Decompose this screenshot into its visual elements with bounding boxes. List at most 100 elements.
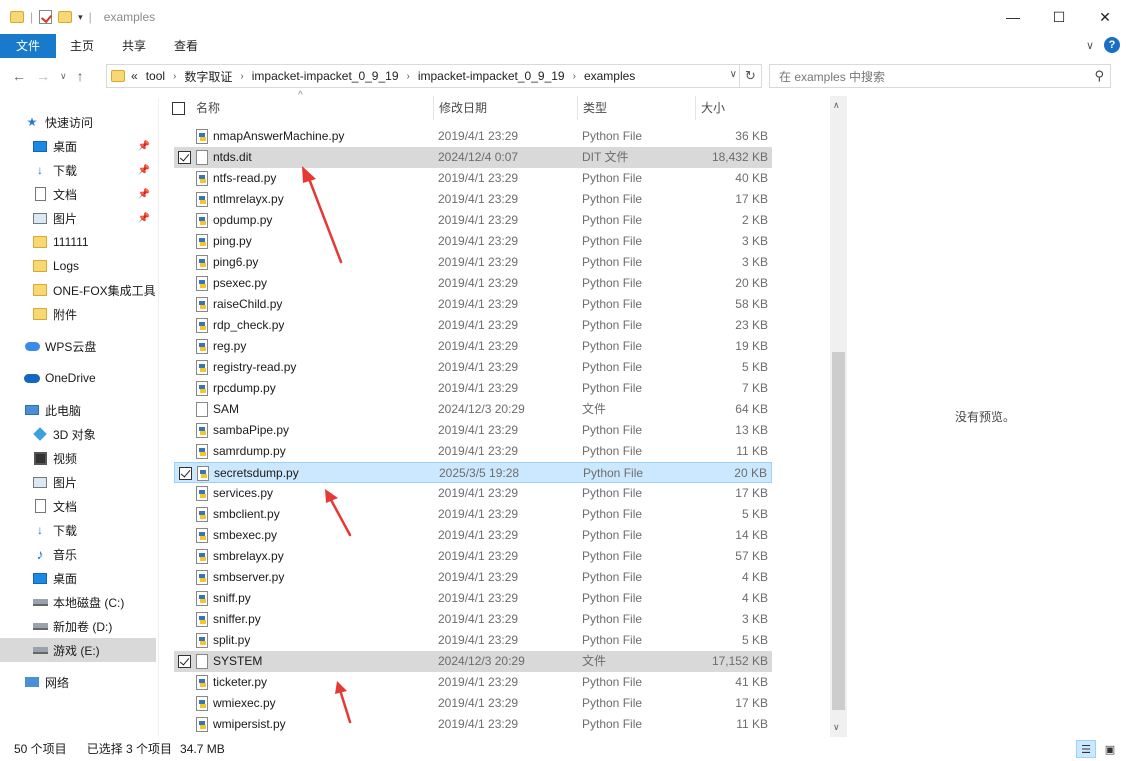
breadcrumb-examples[interactable]: examples: [584, 69, 635, 83]
breadcrumb-tool[interactable]: tool: [146, 69, 165, 83]
column-name[interactable]: 名称: [196, 96, 220, 120]
pane-divider[interactable]: [158, 98, 159, 736]
recent-locations-icon[interactable]: ∨: [60, 71, 67, 82]
file-row[interactable]: registry-read.py 2019/4/1 23:29 Python Fil…: [174, 357, 772, 378]
sidebar-item[interactable]: 图片: [0, 470, 156, 494]
file-row[interactable]: nmapAnswerMachine.py 2019/4/1 23:29 Python…: [174, 126, 772, 147]
sidebar-item[interactable]: 新加卷 (D:): [0, 614, 156, 638]
chevron-right-icon[interactable]: ›: [407, 71, 410, 82]
sidebar-item[interactable]: ↓ 下载: [0, 518, 156, 542]
file-row[interactable]: smbserver.py 2019/4/1 23:29 Python File 4 K…: [174, 567, 772, 588]
sidebar-item[interactable]: 桌面 📌: [0, 134, 156, 158]
overflow-crumbs[interactable]: «: [131, 69, 138, 83]
tab-file[interactable]: 文件: [0, 34, 57, 58]
chevron-down-icon[interactable]: ∨: [730, 69, 737, 80]
file-row[interactable]: smbrelayx.py 2019/4/1 23:29 Python File 57 …: [174, 546, 772, 567]
sidebar-item[interactable]: 本地磁盘 (C:): [0, 590, 156, 614]
sidebar-item[interactable]: 游戏 (E:): [0, 638, 156, 662]
expand-ribbon-icon[interactable]: ∨: [1086, 39, 1094, 52]
tab-view[interactable]: 查看: [160, 34, 212, 58]
sidebar-item[interactable]: ↓ 下载 📌: [0, 158, 156, 182]
file-row[interactable]: sniff.py 2019/4/1 23:29 Python File 4 KB: [174, 588, 772, 609]
column-size[interactable]: 大小: [695, 96, 775, 120]
sidebar-item[interactable]: ONE-FOX集成工具: [0, 278, 156, 302]
breadcrumb-impacket-1[interactable]: impacket-impacket_0_9_19: [252, 69, 399, 83]
maximize-button[interactable]: ☐: [1036, 0, 1082, 34]
sidebar-item[interactable]: 视频: [0, 446, 156, 470]
scroll-up-icon[interactable]: ∧: [833, 100, 840, 111]
column-date[interactable]: 修改日期: [433, 96, 577, 120]
file-row[interactable]: rdp_check.py 2019/4/1 23:29 Python File 23 …: [174, 315, 772, 336]
sidebar-item[interactable]: OneDrive: [0, 366, 156, 390]
file-row[interactable]: wmiexec.py 2019/4/1 23:29 Python File 17 KB: [174, 693, 772, 714]
file-row[interactable]: ping6.py 2019/4/1 23:29 Python File 3 KB: [174, 252, 772, 273]
file-row[interactable]: ticketer.py 2019/4/1 23:29 Python File 41 K…: [174, 672, 772, 693]
sidebar-item[interactable]: 3D 对象: [0, 422, 156, 446]
refresh-icon[interactable]: ↻: [739, 65, 761, 87]
scroll-down-icon[interactable]: ∨: [833, 722, 840, 733]
new-folder-icon[interactable]: [58, 11, 73, 23]
file-row[interactable]: opdump.py 2019/4/1 23:29 Python File 2 KB: [174, 210, 772, 231]
sidebar-item[interactable]: WPS云盘: [0, 334, 156, 358]
tab-share[interactable]: 共享: [108, 34, 160, 58]
select-all-checkbox[interactable]: [172, 101, 185, 116]
close-button[interactable]: ✕: [1082, 0, 1128, 34]
sidebar-item-label: 附件: [53, 307, 78, 322]
row-checkbox[interactable]: [178, 655, 191, 668]
sidebar-item[interactable]: 此电脑: [0, 398, 156, 422]
sidebar-item[interactable]: 图片 📌: [0, 206, 156, 230]
file-row[interactable]: raiseChild.py 2019/4/1 23:29 Python File 58…: [174, 294, 772, 315]
file-row[interactable]: smbclient.py 2019/4/1 23:29 Python File 5 K…: [174, 504, 772, 525]
chevron-right-icon[interactable]: ›: [173, 71, 176, 82]
scrollbar-thumb[interactable]: [832, 352, 845, 710]
row-checkbox[interactable]: [178, 151, 191, 164]
tab-home[interactable]: 主页: [56, 34, 108, 58]
file-row[interactable]: sambaPipe.py 2019/4/1 23:29 Python File 13 …: [174, 420, 772, 441]
sidebar-item[interactable]: 文档 📌: [0, 182, 156, 206]
file-row[interactable]: sniffer.py 2019/4/1 23:29 Python File 3 KB: [174, 609, 772, 630]
help-icon[interactable]: ?: [1104, 37, 1120, 53]
file-row[interactable]: rpcdump.py 2019/4/1 23:29 Python File 7 KB: [174, 378, 772, 399]
file-row[interactable]: samrdump.py 2019/4/1 23:29 Python File 11 K…: [174, 441, 772, 462]
sidebar-item[interactable]: ★ 快速访问: [0, 110, 156, 134]
minimize-button[interactable]: —: [990, 0, 1036, 34]
file-row[interactable]: psexec.py 2019/4/1 23:29 Python File 20 KB: [174, 273, 772, 294]
file-row[interactable]: ntfs-read.py 2019/4/1 23:29 Python File 40 …: [174, 168, 772, 189]
search-input[interactable]: 在 examples 中搜索 ⚲: [769, 64, 1111, 88]
customize-quick-access-icon[interactable]: ▾: [78, 12, 83, 23]
large-icons-view-icon[interactable]: ▣: [1100, 740, 1120, 758]
breadcrumb-impacket-2[interactable]: impacket-impacket_0_9_19: [418, 69, 565, 83]
sidebar-item[interactable]: 文档: [0, 494, 156, 518]
file-row[interactable]: SAM 2024/12/3 20:29 文件 64 KB: [174, 399, 772, 420]
row-checkbox[interactable]: [179, 467, 192, 480]
column-type[interactable]: 类型: [577, 96, 695, 120]
breadcrumb-forensics[interactable]: 数字取证: [184, 68, 232, 85]
back-icon[interactable]: ←: [12, 68, 26, 84]
vertical-scrollbar[interactable]: ∧ ∨: [830, 96, 847, 737]
file-row[interactable]: smbexec.py 2019/4/1 23:29 Python File 14 KB: [174, 525, 772, 546]
details-view-icon[interactable]: ☰: [1076, 740, 1096, 758]
file-row[interactable]: ping.py 2019/4/1 23:29 Python File 3 KB: [174, 231, 772, 252]
up-icon[interactable]: ↑: [77, 68, 84, 84]
file-row[interactable]: reg.py 2019/4/1 23:29 Python File 19 KB: [174, 336, 772, 357]
file-row[interactable]: ntds.dit 2024/12/4 0:07 DIT 文件 18,432 KB: [174, 147, 772, 168]
file-row[interactable]: ntlmrelayx.py 2019/4/1 23:29 Python File 17…: [174, 189, 772, 210]
file-row[interactable]: secretsdump.py 2025/3/5 19:28 Python File 2…: [174, 462, 772, 483]
address-bar[interactable]: « tool › 数字取证 › impacket-impacket_0_9_19…: [106, 64, 762, 88]
sidebar-item[interactable]: Logs: [0, 254, 156, 278]
sidebar-item[interactable]: 附件: [0, 302, 156, 326]
search-icon[interactable]: ⚲: [1094, 68, 1104, 84]
file-row[interactable]: wmipersist.py 2019/4/1 23:29 Python File 11…: [174, 714, 772, 735]
sidebar-item[interactable]: 桌面: [0, 566, 156, 590]
properties-icon[interactable]: [39, 10, 53, 24]
file-row[interactable]: SYSTEM 2024/12/3 20:29 文件 17,152 KB: [174, 651, 772, 672]
file-row[interactable]: split.py 2019/4/1 23:29 Python File 5 KB: [174, 630, 772, 651]
sidebar-item[interactable]: ♪ 音乐: [0, 542, 156, 566]
forward-icon[interactable]: →: [36, 68, 50, 84]
music-icon: ♪: [36, 546, 44, 562]
sidebar-item[interactable]: 网络: [0, 670, 156, 694]
sidebar-item[interactable]: 111111: [0, 230, 156, 254]
chevron-right-icon[interactable]: ›: [240, 71, 243, 82]
file-row[interactable]: services.py 2019/4/1 23:29 Python File 17 K…: [174, 483, 772, 504]
chevron-right-icon[interactable]: ›: [573, 71, 576, 82]
